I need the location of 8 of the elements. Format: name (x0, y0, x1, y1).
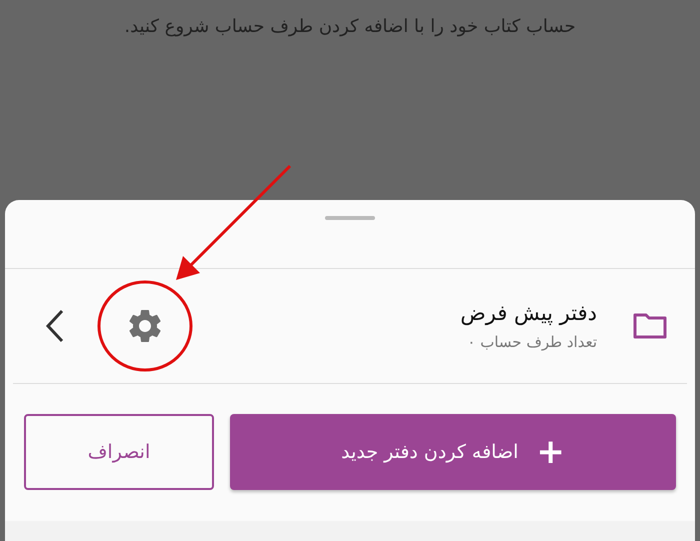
ledger-title: دفتر پیش فرض (460, 301, 597, 325)
add-ledger-button[interactable]: + اضافه کردن دفتر جدید (230, 414, 676, 490)
ledger-subtitle: تعداد طرف حساب ۰ (466, 333, 597, 351)
folder-icon (633, 313, 667, 339)
drag-handle[interactable] (325, 216, 375, 220)
empty-state-message: حساب کتاب خود را با اضافه کردن طرف حساب شروع کنید. (124, 16, 576, 39)
cancel-button[interactable]: انصراف (24, 414, 214, 490)
chevron-left-icon[interactable] (45, 309, 65, 343)
